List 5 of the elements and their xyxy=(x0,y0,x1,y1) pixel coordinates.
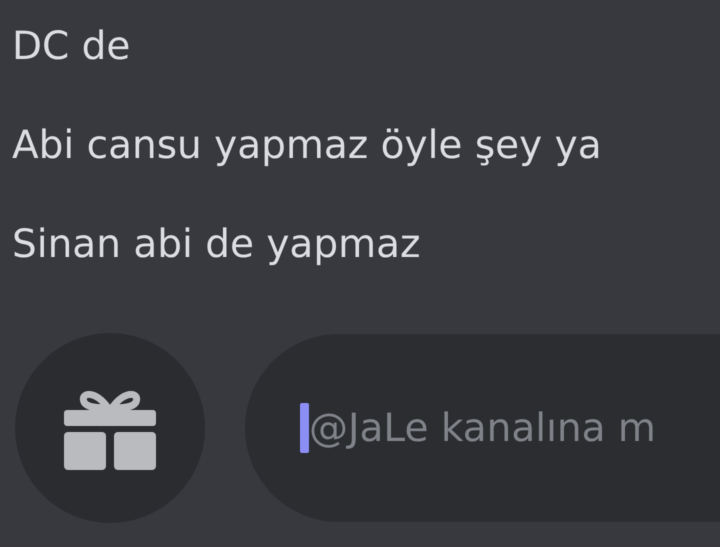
message-text: Sinan abi de yapmaz xyxy=(12,221,422,269)
message-text: DC de xyxy=(12,23,132,71)
message-text: Abi cansu yapmaz öyle şey ya xyxy=(12,122,603,170)
text-cursor xyxy=(300,403,309,453)
message-input-field[interactable]: @JaLe kanalına m xyxy=(245,334,720,522)
